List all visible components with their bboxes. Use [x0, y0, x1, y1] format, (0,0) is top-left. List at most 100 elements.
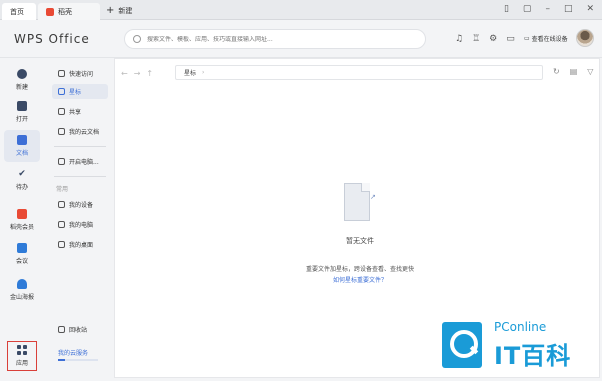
maximize-icon[interactable]: □ [564, 4, 573, 14]
close-icon[interactable]: ✕ [586, 4, 594, 14]
nav-item-recycle[interactable]: 回收站 [52, 322, 108, 337]
meeting-icon [17, 243, 27, 253]
trash-icon [58, 326, 65, 333]
rail-apps-label: 应用 [15, 360, 28, 367]
nav-item-my-computer[interactable]: 我的电脑 [52, 217, 108, 232]
breadcrumb[interactable]: 星标 › [175, 65, 543, 80]
title-tab-bar: 首页 稻壳 + 新建 ▯ ▢ – □ ✕ [0, 0, 602, 20]
help-link[interactable]: 如何星标重要文件？ [300, 275, 420, 284]
arrow-decoration-icon: ↗ [370, 193, 376, 201]
daoke-member-icon [17, 209, 27, 219]
nav-quick-label: 快速访问 [69, 71, 94, 78]
nav-star-label: 星标 [69, 89, 82, 96]
rail-docs-label: 文档 [15, 150, 28, 157]
share-icon [58, 108, 65, 115]
rail-item-open[interactable]: 打开 [4, 96, 40, 128]
header-bar: WPS Office ♫ ♖ ⚙ ▭ ▭查看在线设备 [0, 20, 602, 58]
shirt-icon[interactable]: ♖ [472, 34, 480, 44]
cloud-icon [58, 128, 65, 135]
divider [54, 146, 106, 147]
new-tab-label: 新建 [118, 7, 133, 15]
rail-meeting-label: 会议 [15, 258, 28, 265]
nav-item-my-desktop[interactable]: 我的桌面 [52, 237, 108, 252]
rail-item-jinshan[interactable]: 金山海报 [4, 274, 40, 306]
poster-icon [17, 279, 27, 289]
nav-recycle-label: 回收站 [69, 327, 88, 334]
rail-jinshan-label: 金山海报 [9, 294, 34, 301]
breadcrumb-label: 星标 [184, 70, 197, 77]
refresh-icon[interactable]: ↻ [553, 67, 560, 76]
document-illustration-icon [344, 183, 370, 221]
view-device-button[interactable]: ▭ 查看在线设备 [524, 34, 568, 43]
nav-arrows: ← → ↑ [121, 69, 173, 78]
rail-item-todo[interactable]: ✔ 待办 [4, 164, 40, 196]
app-logo: WPS Office [14, 32, 90, 46]
layout-icon[interactable]: ▯ [504, 4, 509, 14]
rail-member-label: 稻壳会员 [9, 224, 34, 231]
tab-daoke[interactable]: 稻壳 [38, 3, 100, 20]
desktop-icon [58, 241, 65, 248]
nav-cloud-service-label: 我的云服务 [58, 350, 89, 357]
filter-icon[interactable]: ▽ [587, 67, 593, 76]
nav-item-open-computer[interactable]: 开启电脑... [52, 154, 108, 169]
secondary-sidebar: 快速访问 星标 共享 我的云文档 开启电脑... 常用 我的设备 我的电脑 我的… [48, 58, 112, 378]
gear-icon[interactable]: ⚙ [489, 34, 497, 44]
nav-item-star[interactable]: 星标 [52, 84, 108, 99]
apps-grid-icon [17, 345, 27, 355]
pconline-watermark: PConline IT百科 [442, 318, 592, 372]
nav-cloud-docs-label: 我的云文档 [69, 129, 100, 136]
star-icon [58, 88, 65, 95]
rail-new-label: 新建 [15, 84, 28, 91]
plus-circle-icon [17, 69, 27, 79]
folder-icon [17, 101, 27, 111]
tab-home[interactable]: 首页 [2, 3, 36, 20]
empty-illustration: ↗ [340, 179, 380, 229]
tab-daoke-label: 稻壳 [58, 7, 72, 16]
nav-item-share[interactable]: 共享 [52, 104, 108, 119]
rail-item-docs[interactable]: 文档 [4, 130, 40, 162]
clock-icon [58, 70, 65, 77]
search-box[interactable] [124, 29, 426, 49]
rail-item-meeting[interactable]: 会议 [4, 238, 40, 270]
forward-icon[interactable]: → [134, 69, 141, 78]
nav-item-my-device[interactable]: 我的设备 [52, 197, 108, 212]
rail-item-new[interactable]: 新建 [4, 64, 40, 96]
rail-open-label: 打开 [15, 116, 28, 123]
nav-my-desktop-label: 我的桌面 [69, 242, 94, 249]
toolbar: ← → ↑ 星标 › ↻ ▤ ▽ [121, 65, 593, 81]
view-device-label: 查看在线设备 [531, 36, 568, 43]
nav-my-device-label: 我的设备 [69, 202, 94, 209]
nav-section-common: 常用 [56, 186, 69, 193]
skin-icon[interactable]: ▢ [523, 4, 532, 14]
device-icon: ▭ [524, 35, 530, 42]
search-input[interactable] [147, 35, 417, 43]
pconline-logo-icon [442, 322, 482, 368]
avatar[interactable] [576, 29, 594, 47]
minimize-icon[interactable]: – [545, 4, 550, 14]
nav-item-cloud-service[interactable]: 我的云服务 [52, 345, 108, 360]
nav-item-cloud-docs[interactable]: 我的云文档 [52, 124, 108, 139]
headset-icon[interactable]: ♫ [455, 34, 463, 44]
up-icon[interactable]: ↑ [146, 69, 153, 78]
rail-item-apps[interactable]: 应用 [7, 341, 37, 371]
toolbar-right: ↻ ▤ ▽ [553, 67, 593, 76]
message-icon[interactable]: ▭ [506, 34, 515, 44]
new-tab-button[interactable]: + 新建 [106, 6, 132, 16]
tab-home-label: 首页 [10, 7, 24, 16]
back-icon[interactable]: ← [121, 69, 128, 78]
empty-hint: 重要文件加星标，跨设备查看、查找更快 [305, 266, 414, 273]
document-icon [17, 135, 27, 145]
empty-title: 暂无文件 [346, 237, 374, 245]
computer-icon [58, 158, 65, 165]
window-controls: ▯ ▢ – □ ✕ [504, 4, 594, 14]
chevron-right-icon: › [202, 69, 205, 76]
search-icon [133, 35, 141, 43]
nav-my-computer-label: 我的电脑 [69, 222, 94, 229]
monitor-icon [58, 221, 65, 228]
view-toggle-icon[interactable]: ▤ [570, 67, 578, 76]
nav-open-computer-label: 开启电脑... [69, 159, 99, 166]
daoke-icon [46, 7, 54, 16]
left-rail: 新建 打开 文档 ✔ 待办 稻壳会员 会议 金山海报 [0, 58, 44, 381]
nav-item-quick[interactable]: 快速访问 [52, 66, 108, 81]
rail-item-member[interactable]: 稻壳会员 [4, 204, 40, 236]
